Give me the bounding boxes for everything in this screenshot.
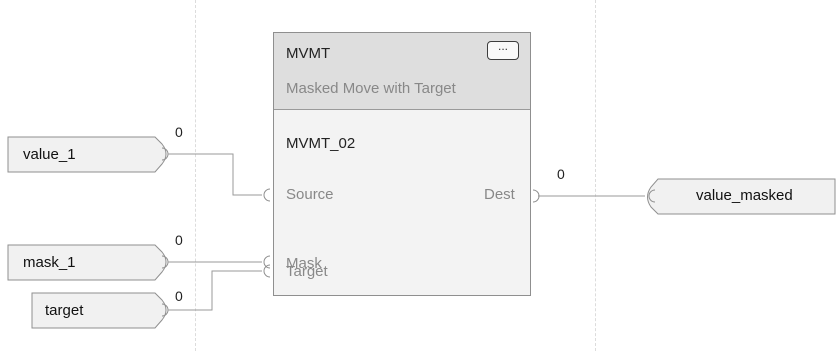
output-value-display: 0 (557, 166, 565, 182)
input-value-display: 0 (175, 124, 183, 140)
input-reference-mask-1[interactable]: mask_1 (9, 245, 155, 281)
block-properties-button[interactable]: ... (487, 40, 519, 60)
dest-pin-label: Dest (484, 186, 515, 203)
output-tag-name: value_masked (696, 187, 793, 204)
target-pin-label: Target (286, 263, 328, 280)
input-reference-value-1[interactable]: value_1 (9, 137, 155, 173)
source-pin-connector (263, 188, 271, 202)
input-tag-name: value_1 (23, 146, 76, 163)
wire-value-1-to-source (168, 153, 262, 196)
block-type-name: MVMT (286, 45, 331, 62)
block-instance-name[interactable]: MVMT_02 (286, 135, 355, 152)
mvmt-function-block[interactable]: MVMT ... Masked Move with Target MVMT_02… (273, 32, 531, 296)
block-description: Masked Move with Target (286, 80, 456, 97)
input-tag-name: mask_1 (23, 254, 76, 271)
source-pin-label: Source (286, 186, 334, 203)
function-block-diagram: MVMT ... Masked Move with Target MVMT_02… (0, 0, 839, 351)
input-value-display: 0 (175, 288, 183, 304)
input-reference-target[interactable]: target (33, 293, 155, 329)
input-tag-name: target (45, 302, 84, 319)
output-reference-value-masked[interactable]: value_masked (660, 179, 835, 214)
block-header: MVMT ... Masked Move with Target (274, 33, 530, 110)
input-value-display: 0 (175, 232, 183, 248)
